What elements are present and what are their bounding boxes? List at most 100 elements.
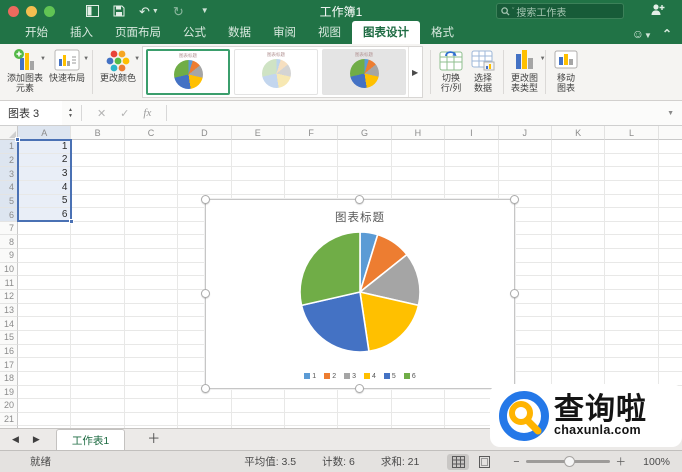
cell-H21[interactable] bbox=[391, 412, 446, 427]
column-header-F[interactable]: F bbox=[284, 126, 339, 140]
row-header-19[interactable]: 19 bbox=[0, 385, 18, 400]
cell-H3[interactable] bbox=[391, 167, 446, 181]
column-header-G[interactable]: G bbox=[338, 126, 392, 140]
row-header-20[interactable]: 20 bbox=[0, 399, 18, 413]
cell-C10[interactable] bbox=[124, 262, 179, 277]
cell-A4[interactable]: 4 bbox=[18, 180, 72, 195]
cell-K16[interactable] bbox=[551, 344, 606, 359]
column-header-I[interactable]: I bbox=[445, 126, 499, 140]
cell-B13[interactable] bbox=[71, 303, 125, 318]
cell-C8[interactable] bbox=[124, 235, 179, 250]
cell-E21[interactable] bbox=[231, 412, 285, 427]
cell-L12[interactable] bbox=[605, 290, 659, 304]
change-colors-button[interactable]: ▼ 更改颜色 bbox=[100, 47, 140, 97]
cell-K12[interactable] bbox=[551, 290, 606, 304]
cell-M1[interactable] bbox=[658, 140, 682, 154]
cell-K11[interactable] bbox=[551, 276, 606, 291]
cell-M17[interactable] bbox=[658, 358, 682, 372]
search-scope-caret-icon[interactable]: ˇ bbox=[512, 8, 514, 15]
cell-H20[interactable] bbox=[391, 399, 446, 413]
row-header-12[interactable]: 12 bbox=[0, 290, 18, 304]
cell-A1[interactable]: 1 bbox=[18, 140, 72, 154]
column-header-K[interactable]: K bbox=[551, 126, 606, 140]
cell-A6[interactable]: 6 bbox=[18, 208, 72, 222]
confirm-icon[interactable]: ✓ bbox=[120, 107, 129, 120]
cell-C15[interactable] bbox=[124, 330, 179, 345]
zoom-slider[interactable] bbox=[525, 456, 610, 467]
cell-G2[interactable] bbox=[338, 153, 392, 168]
cell-A17[interactable] bbox=[18, 358, 72, 372]
toolbar-options-icon[interactable]: ▼ bbox=[201, 7, 209, 15]
cell-G21[interactable] bbox=[338, 412, 392, 427]
prev-sheet-icon[interactable]: ◀ bbox=[12, 434, 19, 445]
tab-插入[interactable]: 插入 bbox=[59, 21, 104, 44]
normal-view-icon[interactable] bbox=[447, 453, 470, 470]
redo-icon[interactable]: ↻ bbox=[173, 5, 184, 18]
row-header-8[interactable]: 8 bbox=[0, 235, 18, 250]
cell-M12[interactable] bbox=[658, 290, 682, 304]
cell-L2[interactable] bbox=[605, 153, 659, 168]
switch-row-column-button[interactable]: 切换 行/列 bbox=[438, 47, 464, 97]
cell-L14[interactable] bbox=[605, 317, 659, 331]
undo-icon[interactable]: ↶ ▼ bbox=[139, 5, 159, 18]
row-header-14[interactable]: 14 bbox=[0, 317, 18, 331]
cell-I3[interactable] bbox=[445, 167, 499, 181]
sheet-tab-active[interactable]: 工作表1 bbox=[55, 429, 126, 450]
cell-A2[interactable]: 2 bbox=[18, 153, 72, 168]
cell-J1[interactable] bbox=[498, 140, 552, 154]
cell-C17[interactable] bbox=[124, 358, 179, 372]
cell-B5[interactable] bbox=[71, 194, 125, 209]
chart-style-3[interactable]: 图表标题 bbox=[322, 49, 407, 95]
move-chart-button[interactable]: 移动 图表 bbox=[553, 47, 579, 97]
cell-A11[interactable] bbox=[18, 276, 72, 291]
cell-J2[interactable] bbox=[498, 153, 552, 168]
resize-handle[interactable] bbox=[510, 195, 519, 204]
cell-M6[interactable] bbox=[658, 208, 682, 222]
cell-M8[interactable] bbox=[658, 235, 682, 250]
cell-K9[interactable] bbox=[551, 249, 606, 263]
resize-handle[interactable] bbox=[201, 384, 210, 393]
cell-F1[interactable] bbox=[284, 140, 339, 154]
cell-M15[interactable] bbox=[658, 331, 682, 345]
cell-B1[interactable] bbox=[71, 140, 125, 154]
cell-M7[interactable] bbox=[658, 222, 682, 236]
chart-title[interactable]: 图表标题 bbox=[206, 209, 514, 225]
cell-K8[interactable] bbox=[551, 235, 606, 250]
tab-格式[interactable]: 格式 bbox=[420, 21, 465, 44]
cell-B19[interactable] bbox=[71, 385, 125, 400]
column-header-L[interactable]: L bbox=[605, 126, 659, 140]
row-header-6[interactable]: 6 bbox=[0, 208, 18, 222]
row-header-10[interactable]: 10 bbox=[0, 262, 18, 277]
cell-C19[interactable] bbox=[124, 385, 179, 400]
cell-E1[interactable] bbox=[231, 140, 285, 154]
cell-C4[interactable] bbox=[124, 180, 179, 195]
cell-L8[interactable] bbox=[605, 235, 659, 250]
cell-B16[interactable] bbox=[71, 344, 125, 359]
cell-A8[interactable] bbox=[18, 235, 72, 250]
resize-handle[interactable] bbox=[201, 195, 210, 204]
cell-C9[interactable] bbox=[124, 249, 179, 263]
cell-B11[interactable] bbox=[71, 276, 125, 291]
gallery-next-icon[interactable]: ▶ bbox=[408, 47, 421, 97]
quick-layout-button[interactable]: ▼ 快速布局 bbox=[49, 47, 89, 97]
column-header-H[interactable]: H bbox=[391, 126, 446, 140]
cell-A13[interactable] bbox=[18, 303, 72, 318]
cell-F3[interactable] bbox=[284, 167, 339, 181]
cell-B10[interactable] bbox=[71, 262, 125, 277]
cell-L16[interactable] bbox=[605, 344, 659, 359]
cell-C1[interactable] bbox=[124, 140, 179, 154]
cell-A19[interactable] bbox=[18, 385, 72, 400]
cell-B20[interactable] bbox=[71, 399, 125, 413]
cell-K13[interactable] bbox=[551, 303, 606, 318]
cell-L7[interactable] bbox=[605, 221, 659, 236]
row-header-17[interactable]: 17 bbox=[0, 358, 18, 372]
cell-K7[interactable] bbox=[551, 221, 606, 236]
tab-视图[interactable]: 视图 bbox=[307, 21, 352, 44]
cell-D21[interactable] bbox=[178, 412, 232, 427]
pie-slice-6[interactable] bbox=[299, 231, 361, 307]
cell-C7[interactable] bbox=[124, 221, 179, 236]
cell-C14[interactable] bbox=[124, 317, 179, 331]
cell-D4[interactable] bbox=[178, 180, 232, 195]
cell-K1[interactable] bbox=[551, 140, 606, 154]
column-header-C[interactable]: C bbox=[124, 126, 179, 140]
